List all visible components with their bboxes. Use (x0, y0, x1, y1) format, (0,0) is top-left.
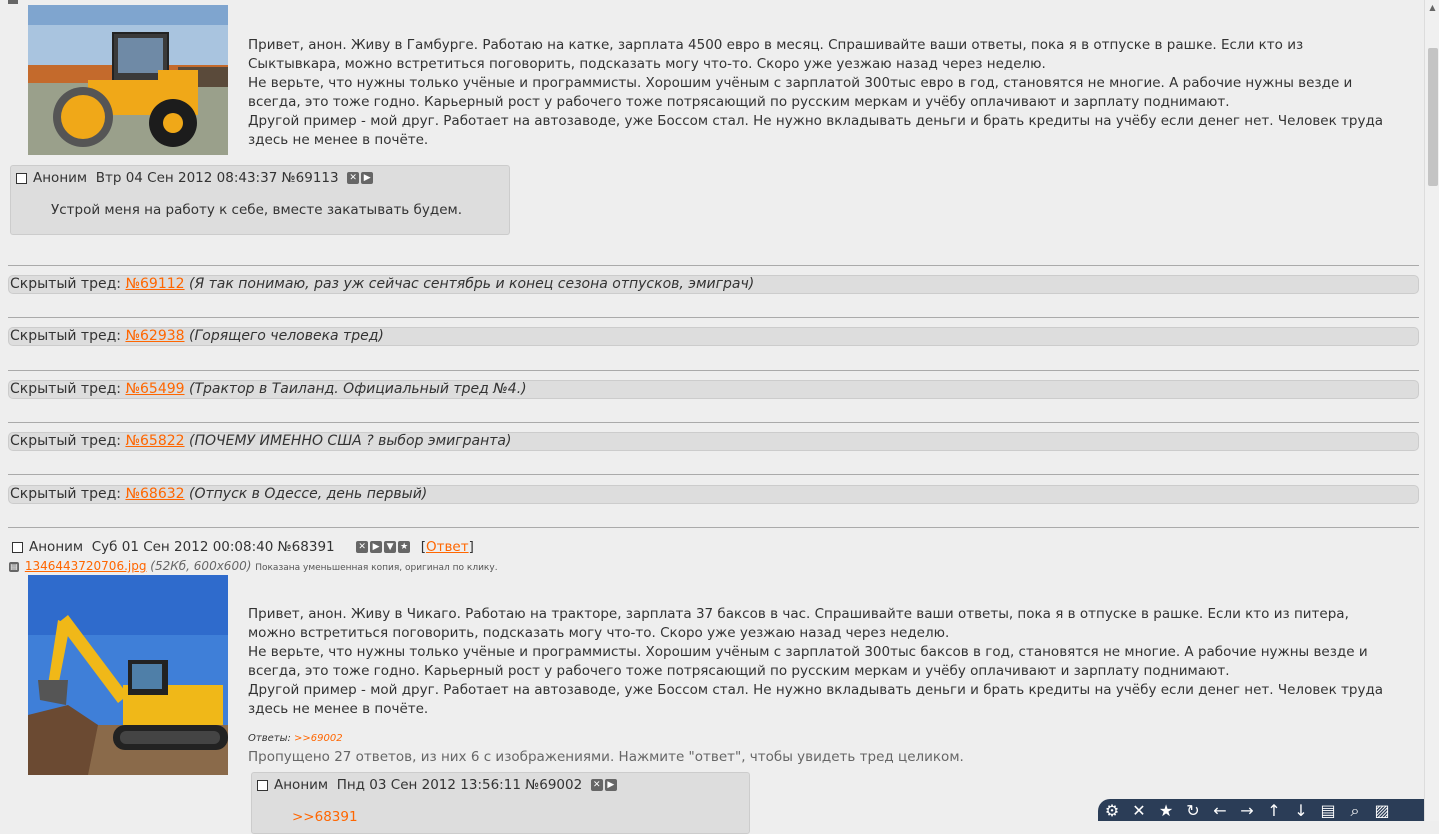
hidden-thread-label: Скрытый тред: (10, 486, 121, 502)
close-icon[interactable]: ✕ (1128, 801, 1150, 821)
top-cropped-header (8, 0, 208, 4)
reply-post: Аноним Втр 04 Сен 2012 08:43:37 №69113 ✕… (10, 165, 510, 235)
reply-link[interactable]: Ответ (426, 539, 469, 555)
star-icon[interactable]: ★ (1155, 801, 1177, 821)
hide-icon[interactable]: ✕ (347, 172, 360, 184)
hidden-thread-title: (Горящего человека тред) (189, 328, 384, 344)
post-number[interactable]: №68391 (278, 539, 335, 555)
scrollbar-thumb[interactable] (1428, 48, 1438, 186)
divider (8, 474, 1419, 475)
post-date: Суб 01 Сен 2012 00:08:40 (91, 539, 274, 555)
file-icon (8, 0, 18, 4)
post-number[interactable]: №69002 (525, 777, 582, 793)
file-size: (52Кб, 600x600) (150, 559, 252, 573)
reply-header: Аноним Пнд 03 Сен 2012 13:56:11 №69002 ✕… (257, 777, 619, 793)
post-message: Привет, анон. Живу в Гамбурге. Работаю н… (248, 36, 1388, 150)
post-date: Втр 04 Сен 2012 08:43:37 (95, 170, 278, 186)
divider (8, 422, 1419, 423)
hidden-thread-title: (Трактор в Таиланд. Официальный тред №4.… (189, 381, 527, 397)
hidden-thread-link[interactable]: №69112 (125, 276, 184, 292)
post-image-excavator[interactable] (28, 575, 228, 775)
hidden-thread-link[interactable]: №65822 (125, 433, 184, 449)
hidden-thread-label: Скрытый тред: (10, 433, 121, 449)
favorite-icon[interactable]: ★ (398, 541, 411, 553)
expand-icon[interactable]: ▶ (370, 541, 383, 553)
arrow-down-icon[interactable]: ↓ (1290, 801, 1312, 821)
hidden-thread-title: (Я так понимаю, раз уж сейчас сентябрь и… (189, 276, 755, 292)
scroll-up-arrow-icon[interactable]: ▲ (1426, 0, 1439, 16)
file-icon: ▤ (9, 561, 19, 572)
hidden-thread: Скрытый тред: №62938 (Горящего человека … (8, 327, 1419, 346)
zoom-icon[interactable]: ⌕ (1344, 801, 1366, 821)
post-author: Аноним (33, 170, 88, 186)
reply-post: Аноним Пнд 03 Сен 2012 13:56:11 №69002 ✕… (251, 772, 750, 834)
bracket: ] (468, 539, 474, 555)
divider (8, 265, 1419, 266)
select-checkbox[interactable] (12, 541, 23, 553)
divider (8, 317, 1419, 318)
select-checkbox[interactable] (16, 172, 27, 184)
hidden-thread-title: (Отпуск в Одессе, день первый) (189, 486, 428, 502)
hidden-thread-link[interactable]: №65499 (125, 381, 184, 397)
post-date: Пнд 03 Сен 2012 13:56:11 (336, 777, 521, 793)
bottom-toolbar: ⚙ ✕ ★ ↻ ← → ↑ ↓ ▤ ⌕ ▨ (1098, 799, 1424, 821)
hidden-thread-label: Скрытый тред: (10, 276, 121, 292)
hidden-thread: Скрытый тред: №65822 (ПОЧЕМУ ИМЕННО США … (8, 432, 1419, 451)
hidden-thread-label: Скрытый тред: (10, 328, 121, 344)
divider (8, 527, 1419, 528)
post-paragraph: Не верьте, что нужны только учёные и про… (248, 75, 1353, 110)
hidden-thread-label: Скрытый тред: (10, 381, 121, 397)
arrow-left-icon[interactable]: ← (1209, 801, 1231, 821)
hidden-thread-link[interactable]: №62938 (125, 328, 184, 344)
hide-icon[interactable]: ✕ (356, 541, 369, 553)
answers-label: Ответы: (248, 733, 291, 744)
post-author: Аноним (29, 539, 84, 555)
post-paragraph: Не верьте, что нужны только учёные и про… (248, 644, 1368, 679)
quote-link[interactable]: >>68391 (292, 809, 358, 825)
stripes-icon[interactable]: ▨ (1371, 801, 1393, 821)
expand-icon[interactable]: ▶ (604, 779, 617, 791)
file-note: Показана уменьшенная копия, оригинал по … (255, 563, 498, 573)
omitted-notice: Пропущено 27 ответов, из них 6 с изображ… (248, 749, 964, 765)
hidden-thread-link[interactable]: №68632 (125, 486, 184, 502)
hidden-thread: Скрытый тред: №69112 (Я так понимаю, раз… (8, 275, 1419, 294)
arrow-up-icon[interactable]: ↑ (1263, 801, 1285, 821)
hidden-thread-title: (ПОЧЕМУ ИМЕННО США ? выбор эмигранта) (189, 433, 512, 449)
vertical-scrollbar[interactable]: ▲ (1424, 0, 1439, 821)
post-author: Аноним (274, 777, 329, 793)
thread-header: Аноним Суб 01 Сен 2012 00:08:40 №68391 ✕… (12, 539, 474, 555)
reply-message: >>68391 (292, 809, 358, 825)
arrow-right-icon[interactable]: → (1236, 801, 1258, 821)
refresh-icon[interactable]: ↻ (1182, 801, 1204, 821)
post-paragraph: Другой пример - мой друг. Работает на ав… (248, 113, 1384, 148)
reply-header: Аноним Втр 04 Сен 2012 08:43:37 №69113 ✕… (16, 170, 375, 186)
hidden-thread: Скрытый тред: №65499 (Трактор в Таиланд.… (8, 380, 1419, 399)
select-checkbox[interactable] (257, 779, 268, 791)
post-message: Привет, анон. Живу в Чикаго. Работаю на … (248, 605, 1388, 719)
settings-icon[interactable]: ⚙ (1101, 801, 1123, 821)
post-paragraph: Привет, анон. Живу в Чикаго. Работаю на … (248, 606, 1349, 641)
file-link[interactable]: 1346443720706.jpg (25, 559, 147, 573)
download-icon[interactable]: ▼ (384, 541, 397, 553)
expand-icon[interactable]: ▶ (361, 172, 374, 184)
post-paragraph: Другой пример - мой друг. Работает на ав… (248, 682, 1384, 717)
file-info: ▤ 1346443720706.jpg (52Кб, 600x600) Пока… (9, 559, 498, 573)
hidden-thread: Скрытый тред: №68632 (Отпуск в Одессе, д… (8, 485, 1419, 504)
folder-icon[interactable]: ▤ (1317, 801, 1339, 821)
hide-icon[interactable]: ✕ (590, 779, 603, 791)
answers-refs: Ответы: >>69002 (248, 733, 343, 744)
reply-message: Устрой меня на работу к себе, вместе зак… (51, 202, 462, 218)
post-paragraph: Привет, анон. Живу в Гамбурге. Работаю н… (248, 37, 1304, 72)
divider (8, 370, 1419, 371)
post-number[interactable]: №69113 (282, 170, 339, 186)
post-image-road-roller[interactable] (28, 5, 228, 155)
answer-ref-link[interactable]: >>69002 (294, 733, 343, 744)
